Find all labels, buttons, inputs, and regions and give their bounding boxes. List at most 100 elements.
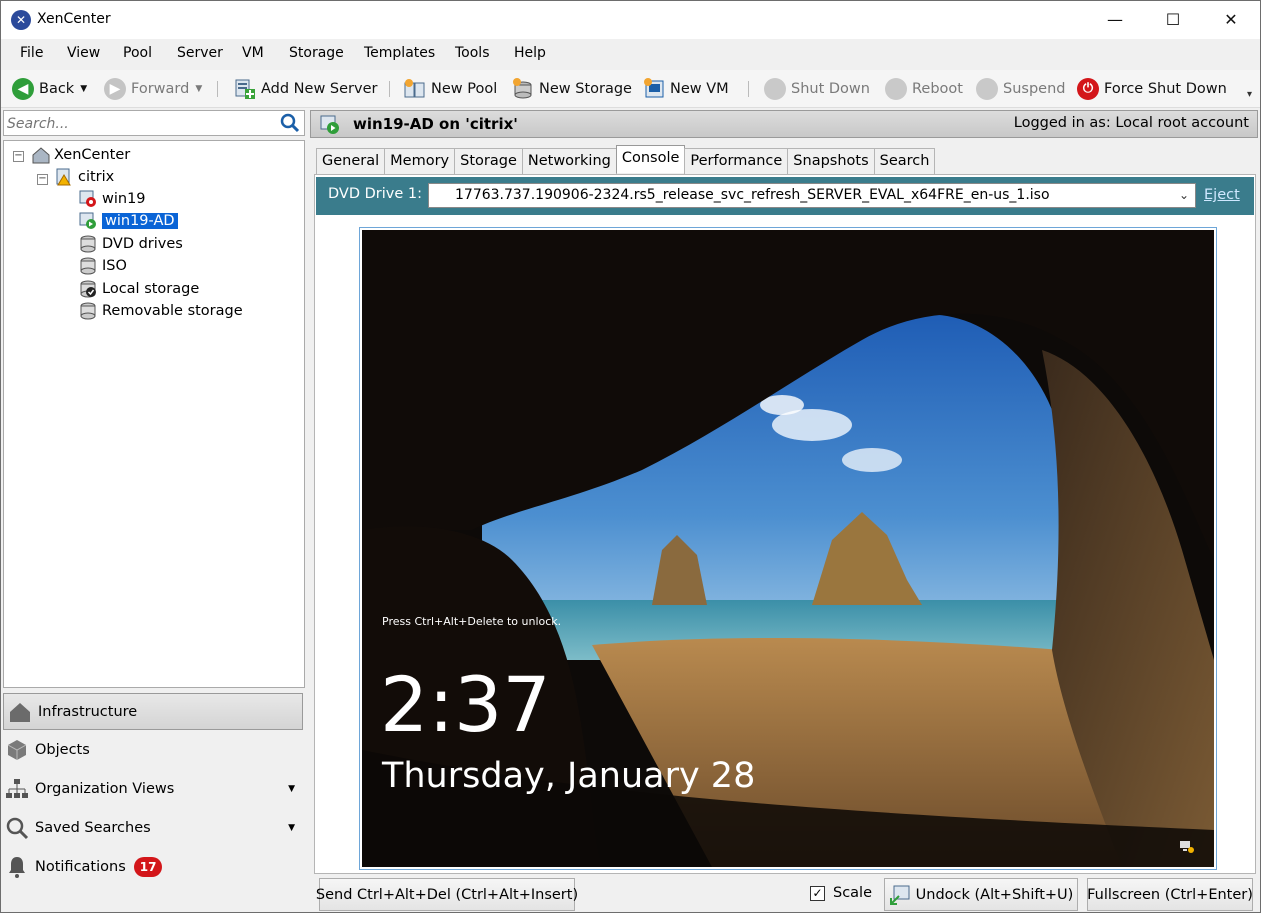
vm-header: win19-AD on 'citrix' Logged in as: Local… [310, 110, 1258, 138]
storage-icon [79, 257, 97, 275]
tree-node-removable-storage[interactable]: Removable storage [79, 300, 243, 322]
tab-snapshots[interactable]: Snapshots [787, 148, 875, 174]
storage-icon [79, 302, 97, 320]
toolbar-separator [389, 81, 390, 97]
dvd-drive-label: DVD Drive 1: [328, 186, 422, 202]
menu-vm[interactable]: VM [242, 45, 264, 61]
tab-networking[interactable]: Networking [521, 148, 617, 174]
nav-saved-searches[interactable]: Saved Searches ▼ [1, 809, 301, 846]
menu-tools[interactable]: Tools [455, 45, 490, 61]
forward-arrow-icon: ▶ [104, 78, 126, 100]
tree-node-vm-win19[interactable]: win19 [79, 188, 146, 210]
window-title: XenCenter [37, 11, 111, 27]
tab-bar: General Memory Storage Networking Consol… [316, 145, 936, 174]
tree-node-label: citrix [78, 169, 115, 185]
force-shut-down-button[interactable]: ⏻ Force Shut Down [1077, 76, 1227, 102]
tree-node-label: Local storage [102, 281, 200, 297]
fullscreen-button[interactable]: Fullscreen (Ctrl+Enter) [1087, 878, 1253, 911]
nav-label: Notifications [35, 858, 126, 875]
chevron-down-icon[interactable]: ⌄ [1179, 184, 1189, 207]
vm-stopped-icon [79, 190, 97, 208]
collapse-pool-icon[interactable]: − [37, 174, 48, 185]
back-button[interactable]: ◀ Back ▼ [12, 76, 87, 102]
maximize-button[interactable]: ☐ [1144, 1, 1202, 39]
dvd-iso-value: 17763.737.190906-2324.rs5_release_svc_re… [455, 187, 1050, 203]
home-icon [31, 146, 50, 164]
tree-node-local-storage[interactable]: Local storage [79, 278, 199, 300]
nav-label: Saved Searches [35, 819, 151, 836]
tab-memory[interactable]: Memory [384, 148, 456, 174]
new-storage-label: New Storage [539, 81, 632, 97]
tab-performance[interactable]: Performance [684, 148, 789, 174]
suspend-button[interactable]: Suspend [976, 76, 1065, 102]
vm-console[interactable]: Press Ctrl+Alt+Delete to unlock. 2:37 Th… [359, 227, 1217, 870]
tree-node-pool-citrix[interactable]: citrix [55, 166, 114, 188]
nav-infrastructure[interactable]: Infrastructure [3, 693, 303, 730]
menu-view[interactable]: View [67, 45, 100, 61]
console-bottom-bar: Send Ctrl+Alt+Del (Ctrl+Alt+Insert) ✓ Sc… [310, 876, 1260, 912]
checkbox-checked-icon[interactable]: ✓ [810, 885, 825, 901]
back-dropdown-icon[interactable]: ▼ [80, 84, 87, 94]
menu-help[interactable]: Help [514, 45, 546, 61]
scale-label: Scale [833, 885, 873, 901]
minimize-button[interactable]: — [1086, 1, 1144, 39]
tree-node-label: win19 [102, 191, 146, 207]
vm-running-icon [79, 212, 97, 230]
title-bar: ✕ XenCenter — ☐ ✕ [1, 1, 1260, 39]
shut-down-label: Shut Down [791, 81, 870, 97]
new-pool-label: New Pool [431, 81, 498, 97]
dvd-drive-bar: DVD Drive 1: 17763.737.190906-2324.rs5_r… [316, 177, 1254, 215]
add-new-server-button[interactable]: Add New Server [234, 76, 377, 102]
forward-dropdown-icon[interactable]: ▼ [195, 84, 202, 94]
tab-console[interactable]: Console [615, 145, 686, 173]
reboot-icon [885, 78, 907, 100]
resource-tree: − XenCenter − citrix win19 win19-AD DVD … [3, 140, 305, 688]
new-pool-icon [404, 78, 426, 100]
menu-file[interactable]: File [20, 45, 43, 61]
nav-label: Infrastructure [38, 703, 138, 720]
tree-node-dvd-drives[interactable]: DVD drives [79, 233, 183, 255]
tree-node-iso[interactable]: ISO [79, 255, 127, 277]
toolbar-overflow-icon[interactable]: ▾ [1247, 89, 1252, 100]
tab-general[interactable]: General [316, 148, 386, 174]
suspend-label: Suspend [1003, 81, 1066, 97]
forward-label: Forward [131, 81, 190, 97]
tab-search[interactable]: Search [873, 148, 936, 174]
chevron-down-icon[interactable]: ▼ [288, 784, 295, 794]
new-pool-button[interactable]: New Pool [404, 76, 497, 102]
nav-organization-views[interactable]: Organization Views ▼ [1, 770, 301, 807]
new-vm-button[interactable]: New VM [643, 76, 729, 102]
forward-button[interactable]: ▶ Forward ▼ [104, 76, 202, 102]
menu-pool[interactable]: Pool [123, 45, 152, 61]
search-icon[interactable] [280, 113, 300, 133]
undock-button[interactable]: Undock (Alt+Shift+U) [884, 878, 1078, 911]
console-screen[interactable]: Press Ctrl+Alt+Delete to unlock. 2:37 Th… [362, 230, 1214, 867]
shut-down-button[interactable]: Shut Down [764, 76, 870, 102]
close-button[interactable]: ✕ [1202, 1, 1260, 39]
collapse-xencenter-icon[interactable]: − [13, 151, 24, 162]
search-input[interactable] [7, 114, 277, 134]
pool-warning-icon [55, 168, 73, 186]
new-storage-button[interactable]: New Storage [512, 76, 632, 102]
menu-storage[interactable]: Storage [289, 45, 344, 61]
dvd-iso-select[interactable]: 17763.737.190906-2324.rs5_release_svc_re… [428, 183, 1196, 208]
console-tab-panel: DVD Drive 1: 17763.737.190906-2324.rs5_r… [314, 174, 1256, 874]
tab-storage[interactable]: Storage [454, 148, 523, 174]
send-ctrl-alt-del-button[interactable]: Send Ctrl+Alt+Del (Ctrl+Alt+Insert) [316, 878, 578, 911]
tree-node-vm-win19-ad[interactable]: win19-AD [79, 210, 178, 232]
add-server-icon [234, 78, 256, 100]
vm-header-title: win19-AD on 'citrix' [353, 115, 518, 133]
chevron-down-icon[interactable]: ▼ [288, 823, 295, 833]
nav-notifications[interactable]: Notifications 17 [1, 848, 301, 885]
reboot-button[interactable]: Reboot [885, 76, 963, 102]
eject-link[interactable]: Eject [1204, 187, 1240, 203]
search-box [3, 110, 305, 136]
menu-server[interactable]: Server [177, 45, 223, 61]
network-status-icon [1180, 841, 1194, 853]
menu-templates[interactable]: Templates [364, 45, 435, 61]
scale-checkbox[interactable]: ✓ Scale [810, 885, 872, 901]
nav-objects[interactable]: Objects [1, 731, 301, 768]
tree-node-xencenter[interactable]: XenCenter [31, 144, 130, 166]
back-arrow-icon: ◀ [12, 78, 34, 100]
xencenter-window: ✕ XenCenter — ☐ ✕ File View Pool Server … [0, 0, 1261, 913]
